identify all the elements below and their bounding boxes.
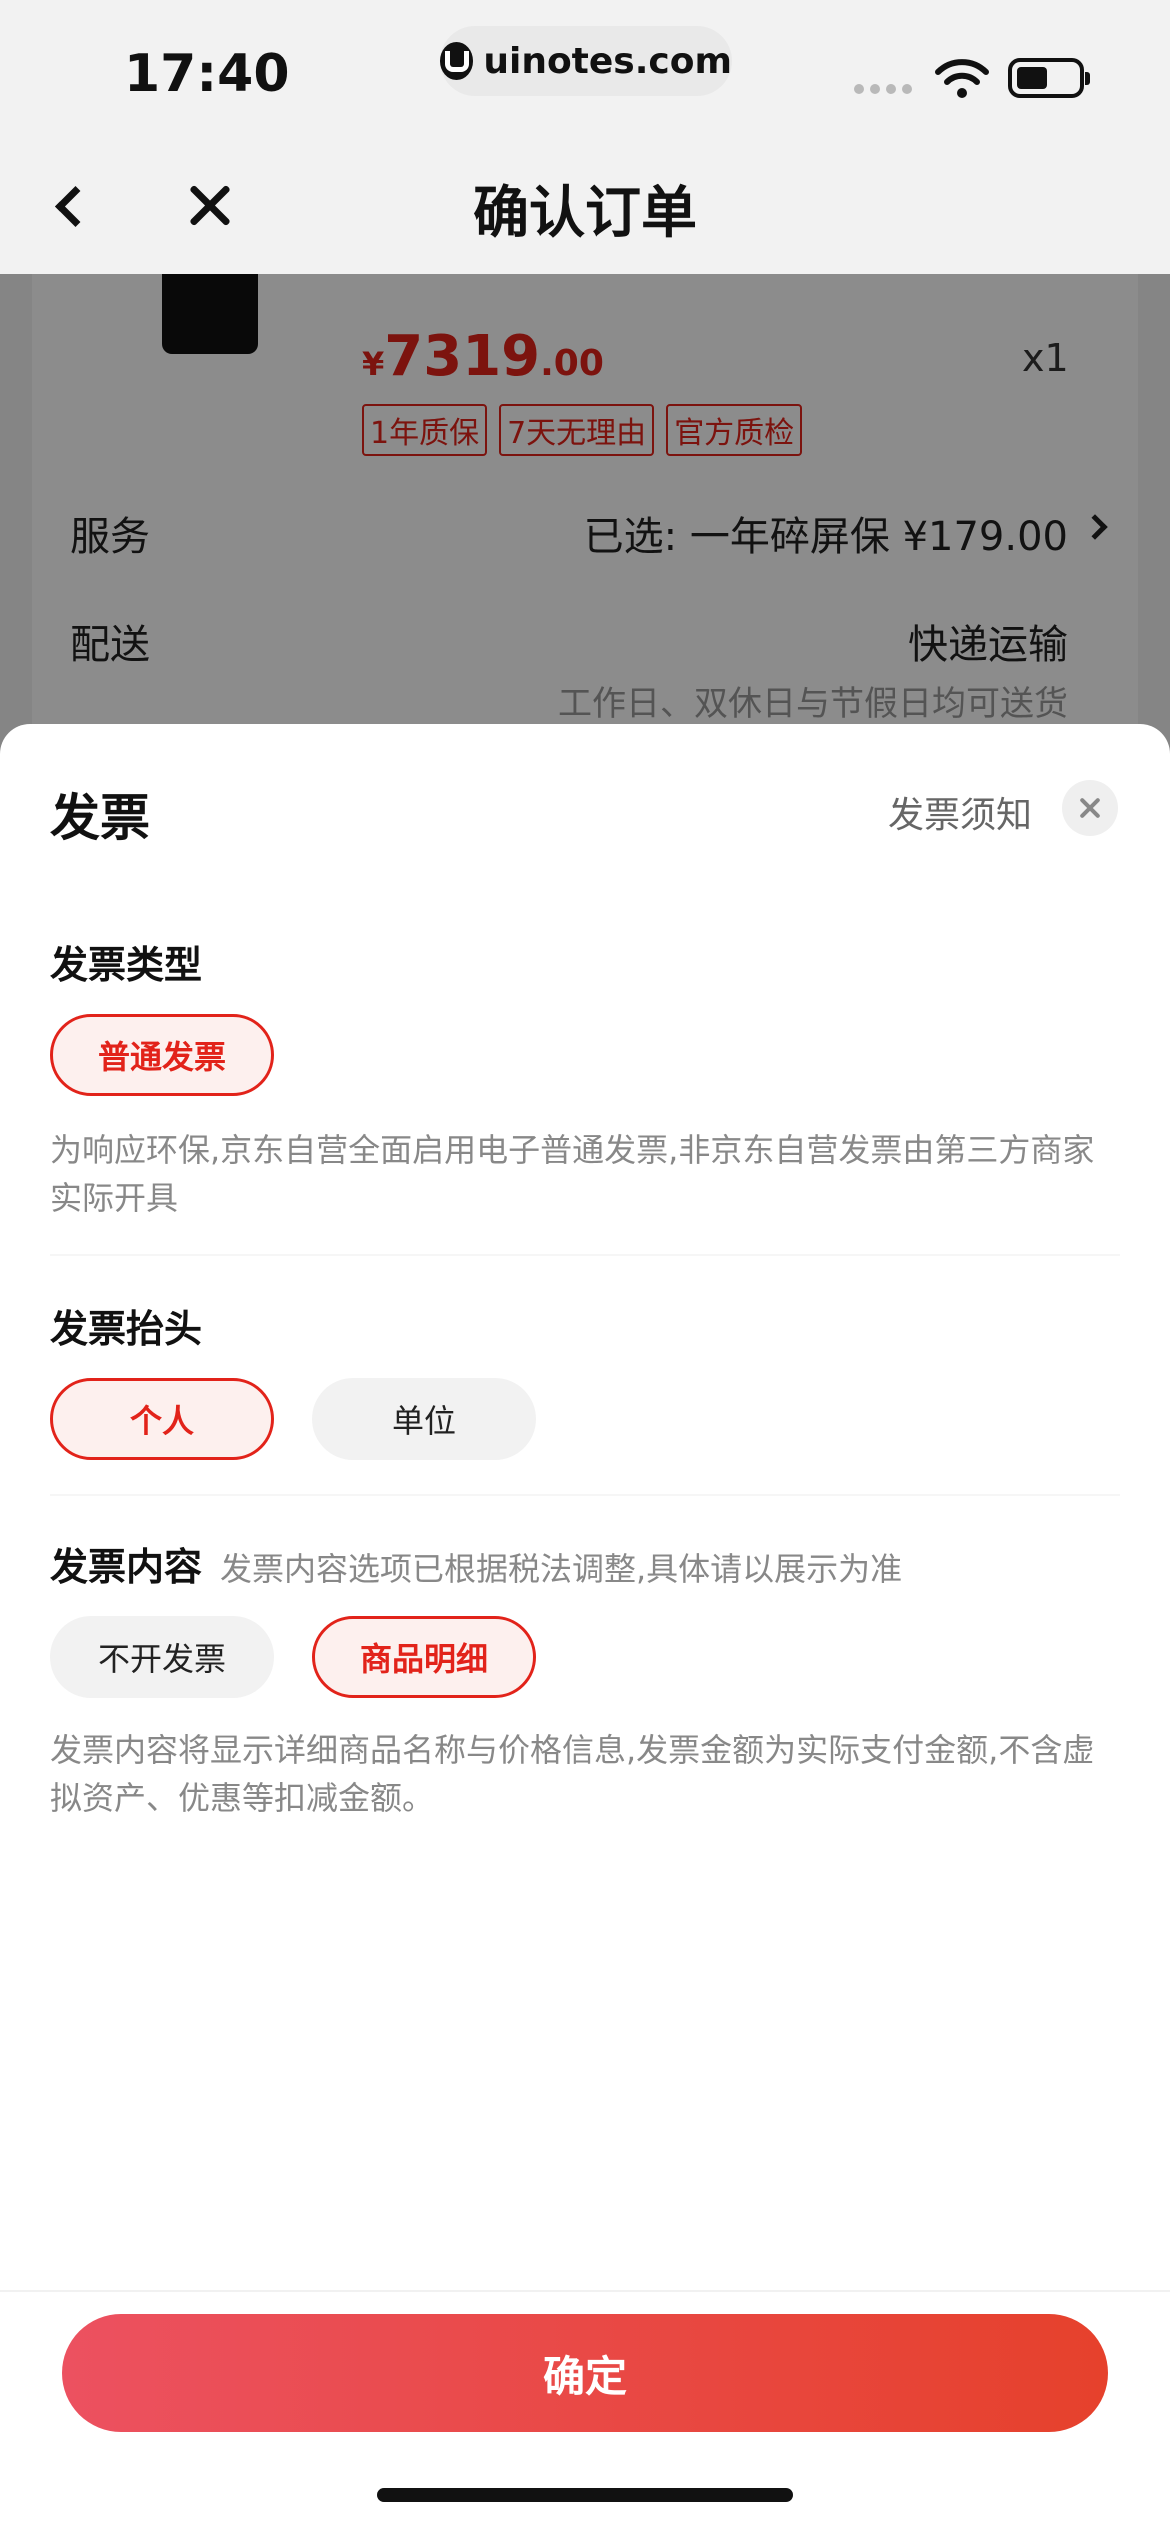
invoice-content-hint: 发票内容选项已根据税法调整,具体请以展示为准: [220, 1550, 903, 1588]
sheet-title: 发票: [50, 789, 150, 847]
invoice-type-description: 为响应环保,京东自营全面启用电子普通发票,非京东自营发票由第三方商家实际开具: [50, 1131, 1095, 1217]
close-icon[interactable]: [1062, 780, 1118, 836]
invoice-sheet: 发票 发票须知 发票类型 普通发票 为响应环保,京东自营全面启用电子普通发票,非…: [0, 724, 1170, 2532]
invoice-content-description: 发票内容将显示详细商品名称与价格信息,发票金额为实际支付金额,不含虚拟资产、优惠…: [50, 1731, 1095, 1817]
confirm-button[interactable]: 确定: [62, 2314, 1108, 2432]
home-indicator: [377, 2488, 793, 2502]
invoice-header-option-personal[interactable]: 个人: [50, 1378, 274, 1460]
status-time: 17:40: [124, 44, 290, 104]
invoice-header-option-company[interactable]: 单位: [312, 1378, 536, 1460]
invoice-content-option-details[interactable]: 商品明细: [312, 1616, 536, 1698]
invoice-type-title: 发票类型: [50, 943, 203, 987]
invoice-content-title: 发票内容: [50, 1545, 203, 1589]
page-title: 确认订单: [473, 181, 697, 246]
section-divider: [50, 1494, 1120, 1496]
status-bar: 17:40 uinotes.com: [0, 0, 1170, 140]
nav-bar: 确认订单: [0, 140, 1170, 274]
invoice-header-title: 发票抬头: [50, 1307, 203, 1351]
section-divider: [50, 1254, 1120, 1256]
invoice-type-option-normal[interactable]: 普通发票: [50, 1014, 274, 1096]
invoice-notice-link[interactable]: 发票须知: [888, 786, 1032, 838]
site-logo-icon: [440, 42, 474, 80]
url-text: uinotes.com: [483, 40, 732, 82]
url-pill[interactable]: uinotes.com: [440, 26, 732, 96]
invoice-content-option-none[interactable]: 不开发票: [50, 1616, 274, 1698]
cellular-signal-icon: [854, 84, 912, 94]
wifi-icon: [935, 59, 989, 98]
battery-icon: [1008, 58, 1090, 98]
